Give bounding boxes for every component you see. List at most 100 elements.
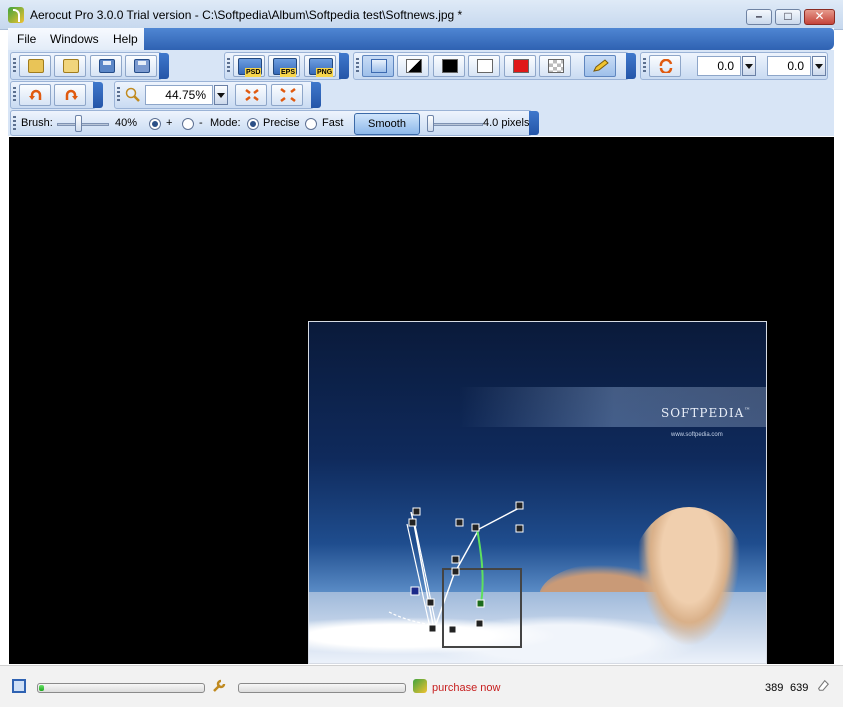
black-background-button[interactable] [433, 55, 465, 77]
png-file-icon: PNG [309, 58, 334, 77]
rotation-angle-dropdown[interactable] [742, 56, 756, 76]
wrench-icon[interactable] [212, 679, 226, 693]
pencil-tool-button[interactable] [584, 55, 616, 77]
mode-fast-radio[interactable] [305, 118, 317, 130]
zoom-fit-button[interactable] [235, 84, 267, 106]
black-background-icon [442, 59, 458, 73]
close-button[interactable]: ✕ [804, 9, 835, 25]
menu-bar: File Windows Help [8, 28, 834, 50]
zoom-toolbar: 44.75% [114, 81, 321, 109]
brush-toolbar: Brush: 40% + - Mode: Precise Fast Smooth… [10, 110, 539, 136]
title-bar: Aerocut Pro 3.0.0 Trial version - C:\Sof… [0, 0, 843, 30]
eraser-icon[interactable] [816, 678, 830, 692]
save-icon [99, 59, 115, 73]
toolbar-cap [339, 53, 349, 79]
toolbar-grip[interactable] [117, 87, 120, 103]
menu-file[interactable]: File [17, 32, 36, 46]
psd-label: PSD [245, 68, 262, 77]
rotate-toolbar: 0.0 0.0 [640, 52, 828, 80]
rotate-icon [659, 59, 673, 73]
smooth-slider-track[interactable] [429, 123, 483, 126]
maximize-button[interactable]: □ [775, 9, 801, 25]
toolbar-cap [93, 82, 103, 108]
export-eps-button[interactable]: EPS [268, 55, 300, 77]
eps-file-icon: EPS [273, 58, 297, 77]
purchase-link[interactable]: purchase now [432, 682, 501, 694]
contrast-button[interactable] [397, 55, 429, 77]
toolbar-grip[interactable] [643, 58, 646, 74]
image-canvas[interactable]: SOFTPEDIA™ www.softpedia.com [9, 137, 834, 664]
display-mode-button[interactable] [362, 55, 394, 77]
smooth-slider-thumb[interactable] [427, 115, 434, 132]
plus-label: + [166, 117, 173, 129]
zoom-actual-button[interactable] [271, 84, 303, 106]
png-label: PNG [316, 68, 334, 77]
toolbar-grip[interactable] [13, 87, 16, 103]
export-psd-button[interactable]: PSD [233, 55, 265, 77]
image-preview[interactable]: SOFTPEDIA™ www.softpedia.com [308, 321, 767, 664]
pencil-icon [593, 59, 609, 72]
close-icon: ✕ [814, 9, 825, 23]
transparency-grid-button[interactable] [539, 55, 571, 77]
open-button[interactable] [19, 55, 51, 77]
history-toolbar [10, 81, 103, 109]
redo-button[interactable] [54, 84, 86, 106]
progress-fill-1 [39, 685, 44, 691]
fast-label: Fast [322, 117, 344, 129]
white-background-button[interactable] [468, 55, 500, 77]
brush-slider-thumb[interactable] [75, 115, 82, 132]
pixels-value: 4.0 pixels [483, 117, 530, 129]
progress-bar-1 [37, 683, 205, 693]
brush-label: Brush: [21, 117, 53, 129]
menu-windows[interactable]: Windows [50, 32, 99, 46]
toolbar-grip[interactable] [13, 58, 16, 74]
menu-help[interactable]: Help [113, 32, 138, 46]
smooth-button[interactable]: Smooth [354, 113, 420, 135]
mode-precise-radio[interactable] [247, 118, 259, 130]
zoom-level-input[interactable]: 44.75% [145, 85, 213, 105]
eps-label: EPS [280, 68, 297, 77]
red-background-icon [513, 59, 529, 73]
selection-mode-icon[interactable] [12, 679, 26, 693]
minimize-button[interactable]: – [746, 9, 772, 25]
save-button[interactable] [90, 55, 122, 77]
open-folder-icon [28, 59, 44, 73]
rotation-value-input[interactable]: 0.0 [767, 56, 811, 76]
rotation-angle-input[interactable]: 0.0 [697, 56, 741, 76]
zoom-level-dropdown[interactable] [214, 85, 228, 105]
progress-bar-2 [238, 683, 406, 693]
rotate-button[interactable] [649, 55, 681, 77]
toolbar-grip[interactable] [13, 116, 16, 132]
menu-bar-band [144, 28, 834, 50]
save-as-button[interactable] [125, 55, 157, 77]
red-background-button[interactable] [504, 55, 536, 77]
brush-plus-radio[interactable] [149, 118, 161, 130]
precise-label: Precise [263, 117, 300, 129]
minus-label: - [199, 117, 203, 129]
fit-in-icon [245, 89, 259, 101]
toolbar-cap [626, 53, 636, 79]
toolbar-area: PSD EPS PNG 0.0 0.0 44.75% Brush: 40% + … [8, 50, 834, 136]
rotation-value-dropdown[interactable] [812, 56, 826, 76]
transparency-grid-icon [548, 59, 564, 73]
fit-out-icon [280, 88, 296, 102]
cursor-x: 389 [765, 682, 784, 694]
brush-minus-radio[interactable] [182, 118, 194, 130]
psd-file-icon: PSD [238, 58, 262, 77]
redo-icon [65, 89, 78, 100]
undo-icon [29, 89, 42, 100]
undo-button[interactable] [19, 84, 51, 106]
zoom-icon [125, 87, 140, 102]
toolbar-cap [529, 111, 539, 135]
toolbar-grip[interactable] [227, 58, 230, 74]
open-recent-icon [63, 59, 79, 73]
open-recent-button[interactable] [54, 55, 86, 77]
toolbar-grip[interactable] [356, 58, 359, 74]
selection-path-overlay [388, 501, 524, 648]
brush-value: 40% [115, 117, 138, 129]
brush-slider-track[interactable] [57, 123, 109, 126]
export-png-button[interactable]: PNG [304, 55, 336, 77]
contrast-icon [406, 59, 422, 73]
view-toolbar [353, 52, 636, 80]
cursor-y: 639 [790, 682, 809, 694]
